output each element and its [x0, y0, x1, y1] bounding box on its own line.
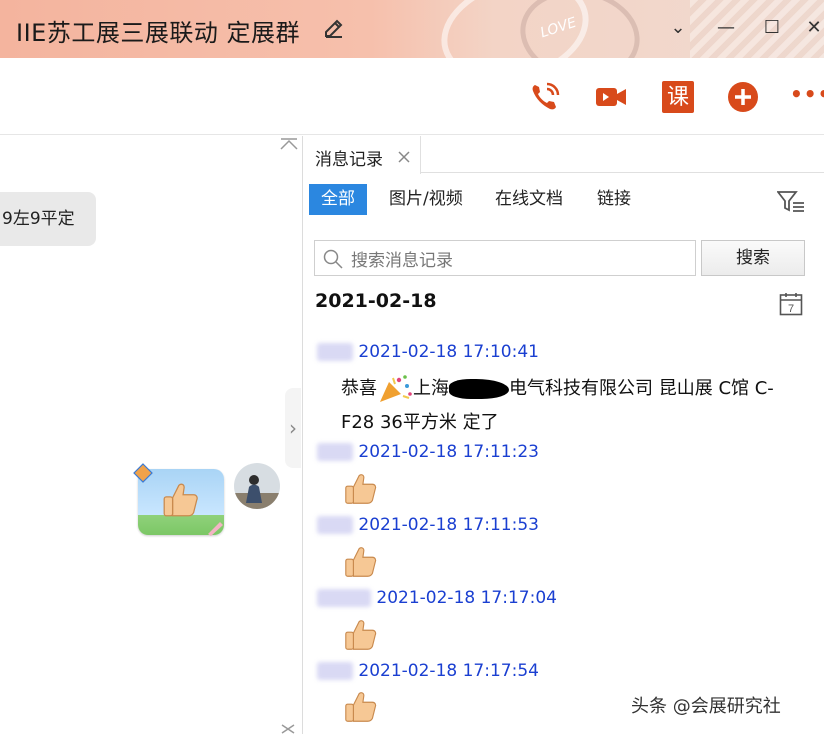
- thumbs-up-icon: [163, 483, 198, 517]
- edit-icon[interactable]: [322, 16, 346, 40]
- class-icon[interactable]: 课: [662, 81, 694, 113]
- redacted-sender: [317, 516, 353, 534]
- more-icon[interactable]: •••: [790, 82, 824, 106]
- video-call-icon[interactable]: [594, 80, 628, 114]
- kite-icon: [133, 463, 153, 483]
- message-timestamp: 2021-02-18 17:10:41: [358, 342, 539, 362]
- search-button[interactable]: 搜索: [701, 240, 805, 276]
- minimize-button[interactable]: —: [712, 14, 740, 42]
- message-text[interactable]: 恭喜 上海 电气科技有限公司 昆山展 C馆 C- F28 36平方米 定了: [341, 372, 821, 440]
- history-tab-bar: 消息记录: [303, 136, 824, 174]
- expand-arrow-icon[interactable]: ›: [285, 388, 301, 468]
- close-icon[interactable]: [398, 151, 410, 163]
- filter-tab-all[interactable]: 全部: [309, 184, 367, 215]
- phone-icon[interactable]: [528, 80, 562, 114]
- message-header: 2021-02-18 17:11:53: [317, 515, 539, 535]
- message-header: 2021-02-18 17:17:54: [317, 661, 539, 681]
- chat-toolbar: 课 •••: [0, 58, 824, 135]
- redacted-sender: [317, 443, 353, 461]
- ring-decoration: [513, 0, 647, 58]
- thumbs-up-icon[interactable]: [341, 543, 381, 581]
- thumbs-up-icon[interactable]: [341, 616, 381, 654]
- redacted-sender: [317, 589, 371, 607]
- filter-tab-media[interactable]: 图片/视频: [377, 184, 475, 215]
- thumbs-up-icon[interactable]: [341, 688, 381, 726]
- add-icon[interactable]: [726, 80, 760, 114]
- message-timestamp: 2021-02-18 17:11:23: [358, 442, 539, 462]
- date-header: 2021-02-18: [315, 290, 437, 312]
- window-title: IIE苏工展三展联动 定展群: [16, 19, 300, 47]
- filter-icon[interactable]: [777, 190, 805, 214]
- chat-bubble[interactable]: 9左9平定: [0, 192, 96, 246]
- maximize-button[interactable]: ☐: [758, 14, 786, 42]
- message-header: 2021-02-18 17:17:04: [317, 588, 557, 608]
- tab-message-history[interactable]: 消息记录: [303, 136, 421, 174]
- menu-chevron-down-icon[interactable]: ⌄: [664, 14, 692, 42]
- redacted-text: [449, 379, 509, 399]
- close-button[interactable]: ✕: [800, 14, 824, 42]
- svg-text:7: 7: [788, 303, 794, 315]
- calendar-icon[interactable]: 7: [779, 292, 803, 316]
- search-icon: [323, 249, 343, 269]
- close-icon[interactable]: [280, 724, 296, 734]
- message-timestamp: 2021-02-18 17:11:53: [358, 515, 539, 535]
- search-input[interactable]: 搜索消息记录: [314, 240, 696, 276]
- thumbs-up-icon[interactable]: [341, 470, 381, 508]
- title-bar: LOVE IIE苏工展三展联动 定展群 ⌄ — ☐ ✕: [0, 0, 824, 58]
- message-timestamp: 2021-02-18 17:17:54: [358, 661, 539, 681]
- filter-tab-docs[interactable]: 在线文档: [483, 184, 575, 215]
- message-history-pane: 消息记录 全部 图片/视频 在线文档 链接 搜索消息记录 搜索 2021-02-…: [303, 136, 824, 734]
- message-timestamp: 2021-02-18 17:17:04: [376, 588, 557, 608]
- chat-messages-pane: 9左9平定 ›: [0, 136, 302, 734]
- avatar[interactable]: [234, 463, 280, 509]
- collapse-up-icon[interactable]: [280, 138, 298, 150]
- filter-tab-links[interactable]: 链接: [585, 184, 643, 215]
- message-header: 2021-02-18 17:11:23: [317, 442, 539, 462]
- redacted-sender: [317, 662, 353, 680]
- party-popper-icon: [380, 375, 412, 402]
- search-placeholder: 搜索消息记录: [351, 251, 453, 271]
- watermark: 头条 @会展研究社: [631, 696, 781, 717]
- message-header: 2021-02-18 17:10:41: [317, 342, 539, 362]
- redacted-sender: [317, 343, 353, 361]
- tab-label: 消息记录: [315, 150, 383, 170]
- pencil-icon: [208, 522, 223, 536]
